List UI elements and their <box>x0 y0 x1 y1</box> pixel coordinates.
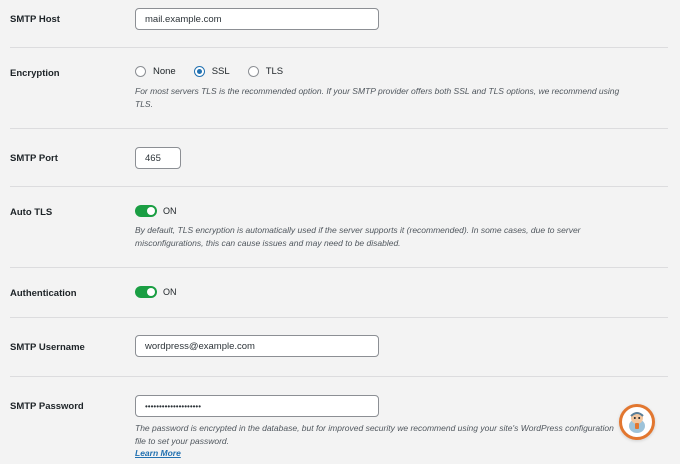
authentication-toggle-wrap: ON <box>135 286 177 298</box>
smtp-username-input[interactable] <box>135 335 379 357</box>
smtp-host-label: SMTP Host <box>10 14 60 25</box>
radio-tls[interactable] <box>247 66 259 77</box>
auto-tls-state: ON <box>163 206 177 216</box>
divider <box>10 376 668 377</box>
authentication-toggle[interactable] <box>135 286 157 298</box>
divider <box>10 128 668 129</box>
smtp-password-input[interactable] <box>135 395 379 417</box>
smtp-password-description: The password is encrypted in the databas… <box>135 423 614 446</box>
radio-tls-label: TLS <box>265 66 284 77</box>
encryption-radio-group: None SSL TLS <box>135 66 301 77</box>
divider <box>10 267 668 268</box>
smtp-password-label: SMTP Password <box>10 401 84 412</box>
smtp-username-label: SMTP Username <box>10 342 85 353</box>
encryption-description: For most servers TLS is the recommended … <box>135 86 620 109</box>
smtp-host-input[interactable] <box>135 8 379 30</box>
radio-ssl-label: SSL <box>211 66 230 77</box>
authentication-state: ON <box>163 287 177 297</box>
divider <box>10 186 668 187</box>
encryption-option-ssl[interactable]: SSL <box>193 66 230 77</box>
auto-tls-toggle-wrap: ON <box>135 205 177 217</box>
mascot-help-icon[interactable] <box>619 404 655 440</box>
mascot-icon <box>629 412 645 433</box>
smtp-port-input[interactable] <box>135 147 181 169</box>
encryption-label: Encryption <box>10 68 60 79</box>
divider <box>10 47 668 48</box>
smtp-port-label: SMTP Port <box>10 153 58 164</box>
learn-more-link[interactable]: Learn More <box>135 448 181 458</box>
radio-none-label: None <box>153 66 176 77</box>
encryption-option-tls[interactable]: TLS <box>247 66 284 77</box>
authentication-label: Authentication <box>10 288 77 299</box>
divider <box>10 317 668 318</box>
auto-tls-toggle[interactable] <box>135 205 157 217</box>
radio-ssl[interactable] <box>193 66 205 77</box>
encryption-option-none[interactable]: None <box>135 66 176 77</box>
radio-none[interactable] <box>135 66 146 77</box>
auto-tls-description: By default, TLS encryption is automatica… <box>135 225 581 248</box>
auto-tls-label: Auto TLS <box>10 207 53 218</box>
